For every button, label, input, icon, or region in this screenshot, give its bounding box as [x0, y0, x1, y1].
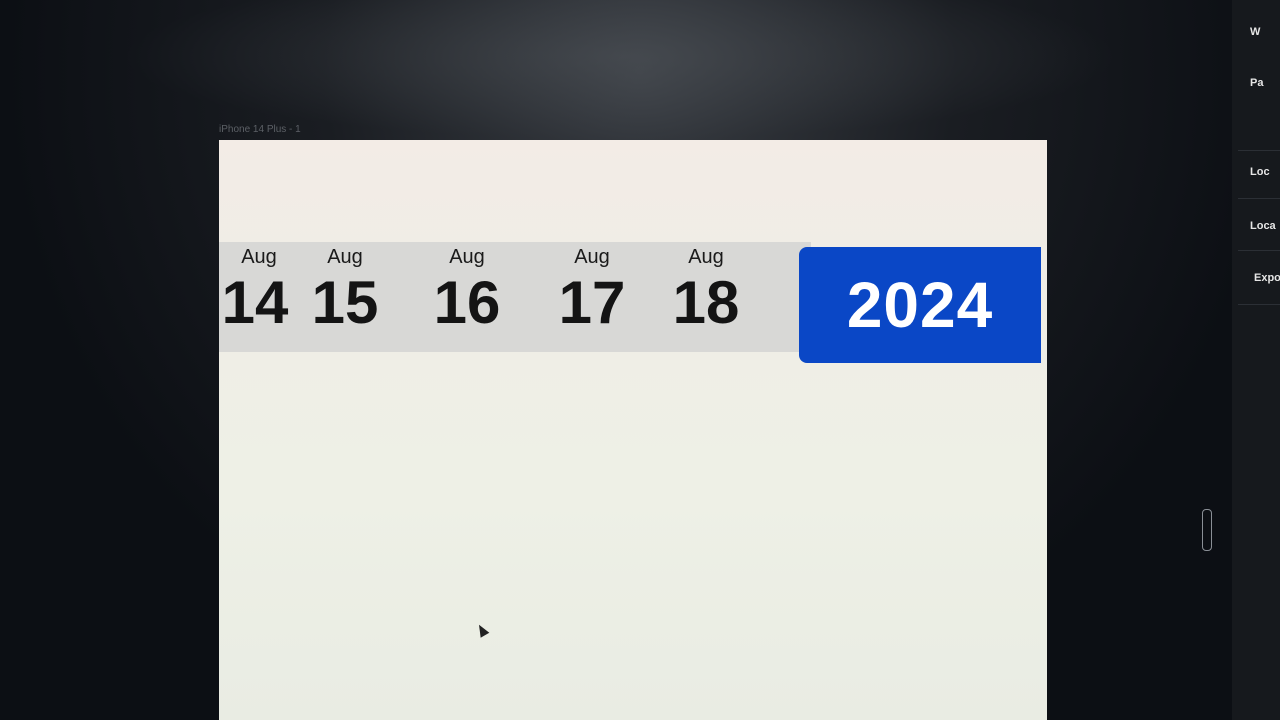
- date-day: 17: [558, 269, 626, 336]
- date-month: Aug: [327, 246, 363, 268]
- date-day: 14: [221, 269, 289, 336]
- properties-panel: W Pa Loc Loca Expo: [1232, 0, 1280, 720]
- panel-divider: [1238, 198, 1280, 199]
- panel-item-w[interactable]: W: [1250, 26, 1260, 38]
- date-month: Aug: [688, 246, 724, 268]
- date-item-18[interactable]: Aug 18: [656, 242, 756, 335]
- date-day: 16: [433, 269, 501, 336]
- date-item-14[interactable]: Aug 14: [219, 242, 305, 335]
- date-month: Aug: [449, 246, 485, 268]
- date-item-16[interactable]: Aug 16: [417, 242, 517, 335]
- scrollbar-thumb[interactable]: [1202, 509, 1212, 551]
- date-item-17[interactable]: Aug 17: [542, 242, 642, 335]
- mouse-cursor-icon: [474, 622, 490, 638]
- panel-item-loc[interactable]: Loc: [1250, 166, 1270, 178]
- artboard-iphone-14-plus[interactable]: Aug 14 Aug 15 Aug 16 Aug 17 Aug 18 2024: [219, 140, 1047, 720]
- date-item-15[interactable]: Aug 15: [295, 242, 395, 335]
- date-month: Aug: [241, 246, 277, 268]
- year-badge[interactable]: 2024: [799, 247, 1041, 363]
- panel-divider: [1238, 250, 1280, 251]
- screen-glare: [120, 0, 1120, 140]
- date-strip[interactable]: Aug 14 Aug 15 Aug 16 Aug 17 Aug 18: [219, 242, 811, 352]
- date-month: Aug: [574, 246, 610, 268]
- panel-item-pa[interactable]: Pa: [1250, 77, 1263, 89]
- panel-item-expo[interactable]: Expo: [1254, 272, 1280, 284]
- panel-divider: [1238, 304, 1280, 305]
- year-label: 2024: [846, 269, 994, 341]
- panel-divider: [1238, 150, 1280, 151]
- artboard-label[interactable]: iPhone 14 Plus - 1: [219, 124, 301, 135]
- panel-item-loca[interactable]: Loca: [1250, 220, 1276, 232]
- date-day: 18: [672, 269, 740, 336]
- date-day: 15: [311, 269, 379, 336]
